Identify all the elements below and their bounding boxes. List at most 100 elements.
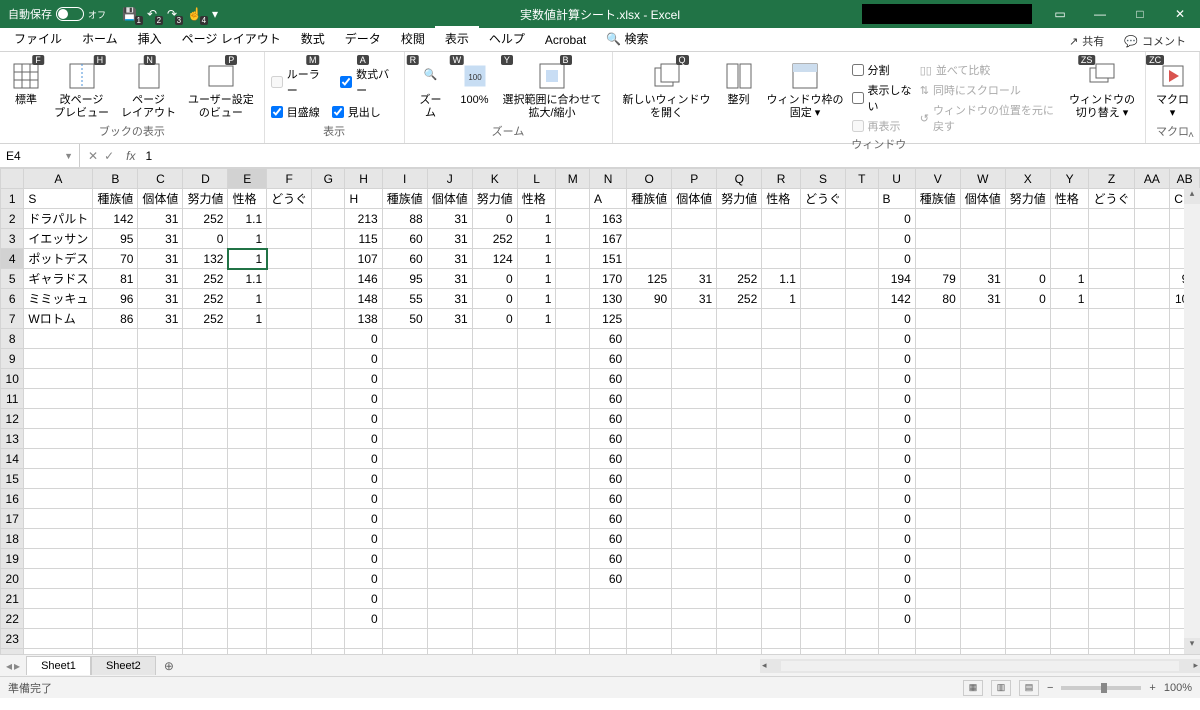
cell-B16[interactable] <box>93 489 138 509</box>
cell-O6[interactable]: 90 <box>627 289 672 309</box>
cell-H16[interactable]: 0 <box>345 489 382 509</box>
cell-T6[interactable] <box>845 289 878 309</box>
col-header-U[interactable]: U <box>878 169 915 189</box>
cell-N4[interactable]: 151 <box>589 249 626 269</box>
cell-P19[interactable] <box>672 549 717 569</box>
cell-Y7[interactable] <box>1050 309 1089 329</box>
cell-F2[interactable] <box>267 209 312 229</box>
cell-O18[interactable] <box>627 529 672 549</box>
cell-I20[interactable] <box>382 569 427 589</box>
cell-R23[interactable] <box>762 629 801 649</box>
view-custom-button[interactable]: ユーザー設定 のビュー <box>184 58 258 122</box>
cell-X15[interactable] <box>1005 469 1050 489</box>
cell-N16[interactable]: 60 <box>589 489 626 509</box>
cell-Q23[interactable] <box>717 629 762 649</box>
cell-C16[interactable] <box>138 489 183 509</box>
cell-G10[interactable] <box>312 369 345 389</box>
cell-G2[interactable] <box>312 209 345 229</box>
row-header-15[interactable]: 15 <box>1 469 24 489</box>
select-all-corner[interactable] <box>1 169 24 189</box>
cell-A4[interactable]: ポットデス <box>24 249 93 269</box>
cell-N17[interactable]: 60 <box>589 509 626 529</box>
cell-O10[interactable] <box>627 369 672 389</box>
zoom-in-icon[interactable]: + <box>1149 682 1155 694</box>
cell-U5[interactable]: 194 <box>878 269 915 289</box>
cell-M22[interactable] <box>556 609 590 629</box>
sheet-tab-2[interactable]: Sheet2 <box>91 656 156 675</box>
cell-G15[interactable] <box>312 469 345 489</box>
cell-Z19[interactable] <box>1089 549 1134 569</box>
cell-X13[interactable] <box>1005 429 1050 449</box>
cell-W21[interactable] <box>960 589 1005 609</box>
cell-R15[interactable] <box>762 469 801 489</box>
cell-M6[interactable] <box>556 289 590 309</box>
cell-T11[interactable] <box>845 389 878 409</box>
zoom-button[interactable]: 🔍ズーム <box>411 58 451 122</box>
cell-U4[interactable]: 0 <box>878 249 915 269</box>
cell-N11[interactable]: 60 <box>589 389 626 409</box>
cell-C15[interactable] <box>138 469 183 489</box>
cell-C2[interactable]: 31 <box>138 209 183 229</box>
freeze-button[interactable]: ウィンドウ枠の 固定 ▾ <box>763 58 848 122</box>
cell-I6[interactable]: 55 <box>382 289 427 309</box>
cell-A3[interactable]: イエッサン <box>24 229 93 249</box>
cell-F20[interactable] <box>267 569 312 589</box>
cell-B20[interactable] <box>93 569 138 589</box>
cell-T13[interactable] <box>845 429 878 449</box>
cell-B12[interactable] <box>93 409 138 429</box>
cell-Q20[interactable] <box>717 569 762 589</box>
cell-D10[interactable] <box>183 369 228 389</box>
row-header-12[interactable]: 12 <box>1 409 24 429</box>
cell-L9[interactable] <box>517 349 556 369</box>
cell-J22[interactable] <box>427 609 472 629</box>
cell-J3[interactable]: 31 <box>427 229 472 249</box>
cell-H5[interactable]: 146 <box>345 269 382 289</box>
cell-Q15[interactable] <box>717 469 762 489</box>
row-header-22[interactable]: 22 <box>1 609 24 629</box>
cell-Q19[interactable] <box>717 549 762 569</box>
cell-AA11[interactable] <box>1134 389 1170 409</box>
cell-H20[interactable]: 0 <box>345 569 382 589</box>
cell-AA2[interactable] <box>1134 209 1170 229</box>
cell-R1[interactable]: 性格 <box>762 189 801 209</box>
cell-T15[interactable] <box>845 469 878 489</box>
cell-D15[interactable] <box>183 469 228 489</box>
cell-Q1[interactable]: 努力値 <box>717 189 762 209</box>
cell-O14[interactable] <box>627 449 672 469</box>
col-header-V[interactable]: V <box>915 169 960 189</box>
cell-X24[interactable] <box>1005 649 1050 655</box>
cell-D24[interactable] <box>183 649 228 655</box>
cell-C17[interactable] <box>138 509 183 529</box>
cell-R7[interactable] <box>762 309 801 329</box>
cell-X7[interactable] <box>1005 309 1050 329</box>
cell-D3[interactable]: 0 <box>183 229 228 249</box>
cell-Z14[interactable] <box>1089 449 1134 469</box>
cell-N18[interactable]: 60 <box>589 529 626 549</box>
cell-S15[interactable] <box>800 469 845 489</box>
spreadsheet-grid[interactable]: ABCDEFGHIJKLMNOPQRSTUVWXYZAAAB1S種族値個体値努力… <box>0 168 1200 654</box>
cell-Q22[interactable] <box>717 609 762 629</box>
col-header-N[interactable]: N <box>589 169 626 189</box>
cell-S21[interactable] <box>800 589 845 609</box>
cell-X2[interactable] <box>1005 209 1050 229</box>
cell-X19[interactable] <box>1005 549 1050 569</box>
cell-J14[interactable] <box>427 449 472 469</box>
cell-V15[interactable] <box>915 469 960 489</box>
cell-Y1[interactable]: 性格 <box>1050 189 1089 209</box>
cell-Y6[interactable]: 1 <box>1050 289 1089 309</box>
cell-V4[interactable] <box>915 249 960 269</box>
cell-W2[interactable] <box>960 209 1005 229</box>
cell-R11[interactable] <box>762 389 801 409</box>
cell-N9[interactable]: 60 <box>589 349 626 369</box>
cell-V24[interactable] <box>915 649 960 655</box>
col-header-D[interactable]: D <box>183 169 228 189</box>
cell-W5[interactable]: 31 <box>960 269 1005 289</box>
cell-D17[interactable] <box>183 509 228 529</box>
cell-G3[interactable] <box>312 229 345 249</box>
cell-A14[interactable] <box>24 449 93 469</box>
tab-search[interactable]: 🔍 検索Q <box>596 26 658 51</box>
cell-Z13[interactable] <box>1089 429 1134 449</box>
cell-F21[interactable] <box>267 589 312 609</box>
cell-S11[interactable] <box>800 389 845 409</box>
cell-M21[interactable] <box>556 589 590 609</box>
